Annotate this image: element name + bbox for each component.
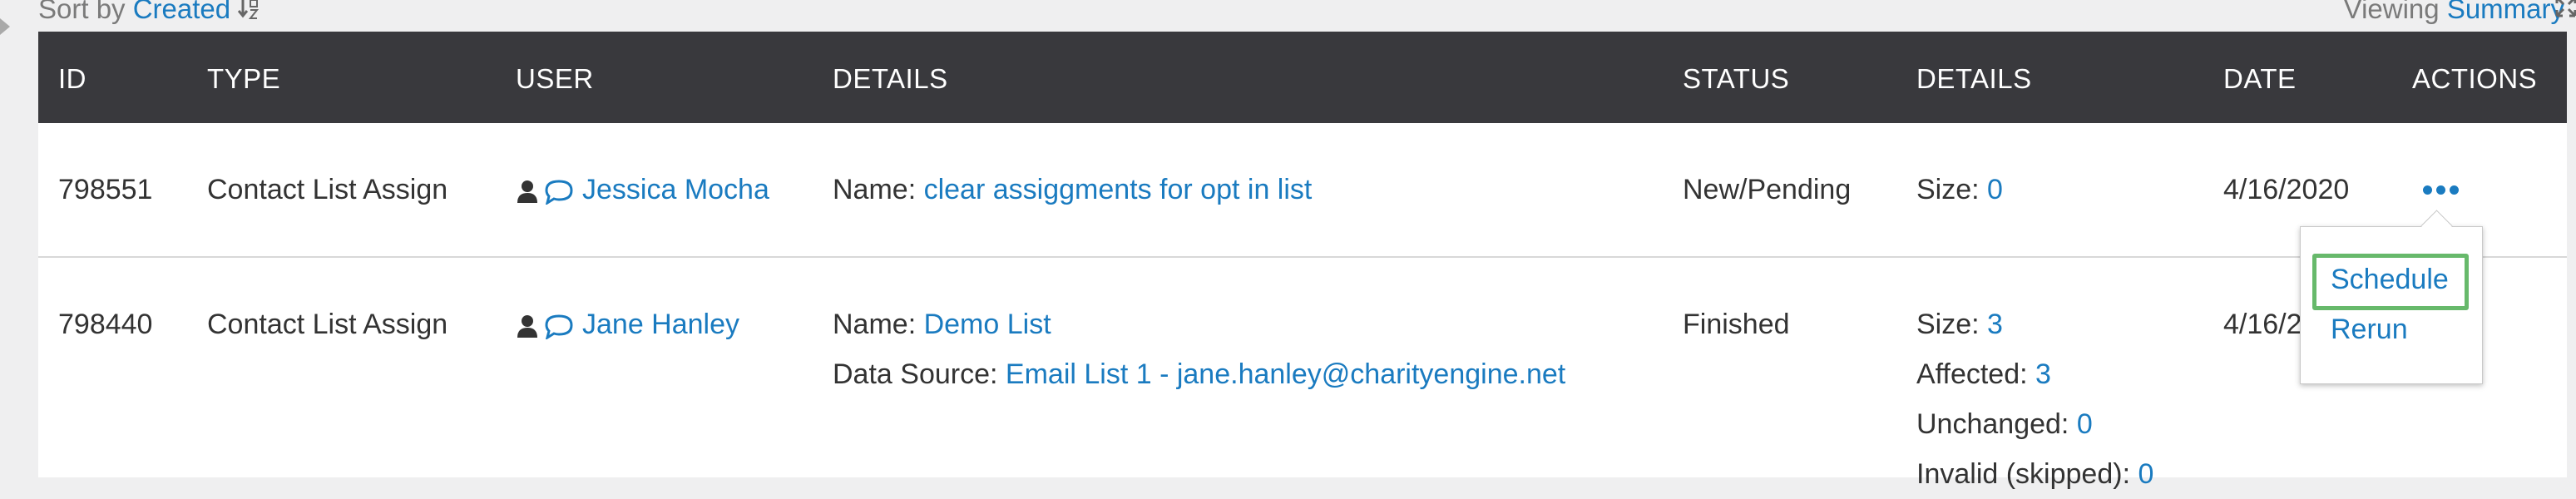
invalid-detail: Invalid (skipped): 0 (1916, 449, 2153, 499)
unchanged-detail: Unchanged: 0 (1916, 399, 2093, 449)
more-icon-dot (2450, 185, 2459, 195)
header-details-2[interactable]: DETAILS (1916, 63, 2032, 95)
invalid-label: Invalid (skipped): (1916, 458, 2131, 490)
schedule-menu-item[interactable]: Schedule (2331, 264, 2449, 296)
row-user: Jane Hanley (514, 299, 739, 349)
top-toolbar: Sort by Created Viewing Summary (38, 0, 2576, 30)
details-name: Name: clear assiggments for opt in list (833, 165, 1312, 215)
data-source-link[interactable]: Email List 1 - jane.hanley@charityengine… (1006, 358, 1565, 390)
user-icon[interactable] (514, 178, 541, 205)
table-row: 798440 Contact List Assign Jane Hanley N… (38, 258, 2567, 490)
sort-field-link[interactable]: Created (133, 0, 230, 24)
user-icon[interactable] (514, 313, 541, 339)
header-user[interactable]: USER (516, 63, 594, 95)
size-detail: Size: 3 (1916, 299, 2003, 349)
row-id: 798440 (58, 309, 153, 340)
user-link[interactable]: Jane Hanley (582, 309, 739, 340)
table-header: ID TYPE USER DETAILS STATUS DETAILS DATE… (38, 32, 2567, 123)
row-user: Jessica Mocha (514, 165, 769, 215)
more-icon-dot (2423, 185, 2432, 195)
rerun-menu-item[interactable]: Rerun (2331, 314, 2408, 346)
data-source-label: Data Source: (833, 358, 998, 390)
header-type[interactable]: TYPE (207, 63, 280, 95)
details-name-label: Name: (833, 174, 917, 205)
sort-control: Sort by Created (38, 0, 261, 24)
affected-label: Affected: (1916, 358, 2028, 390)
affected-link[interactable]: 3 (2035, 358, 2051, 390)
expand-icon[interactable] (2554, 0, 2576, 22)
invalid-link[interactable]: 0 (2138, 458, 2153, 490)
size-detail: Size: 0 (1916, 165, 2003, 215)
header-details[interactable]: DETAILS (833, 63, 948, 95)
details-name: Name: Demo List (833, 299, 1051, 349)
user-icons (514, 178, 574, 205)
details-name-link[interactable]: clear assiggments for opt in list (924, 174, 1313, 205)
unchanged-link[interactable]: 0 (2077, 408, 2093, 440)
viewing-control: Viewing Summary (2343, 0, 2576, 24)
status-text: New/Pending (1683, 174, 1852, 205)
status-text: Finished (1683, 309, 1790, 340)
size-link[interactable]: 3 (1987, 309, 2003, 340)
data-source-detail: Data Source: Email List 1 - jane.hanley@… (833, 349, 1565, 399)
table-row: 798551 Contact List Assign Jessica Mocha… (38, 123, 2567, 258)
size-link[interactable]: 0 (1987, 174, 2003, 205)
date-link[interactable]: 4/16/2 (2223, 299, 2302, 349)
row-id: 798551 (58, 174, 153, 205)
sort-icon[interactable] (238, 0, 261, 24)
viewing-mode-link[interactable]: Summary (2447, 0, 2564, 24)
user-link[interactable]: Jessica Mocha (582, 174, 769, 205)
viewing-prefix: Viewing (2343, 0, 2440, 24)
sort-prefix: Sort by (38, 0, 126, 24)
chat-icon[interactable] (544, 313, 574, 340)
details-name-link[interactable]: Demo List (924, 309, 1051, 340)
jobs-table: ID TYPE USER DETAILS STATUS DETAILS DATE… (38, 32, 2567, 490)
actions-dropdown-menu: Schedule Rerun (2300, 226, 2483, 384)
header-actions: ACTIONS (2412, 63, 2538, 94)
date-link[interactable]: 4/16/2020 (2223, 165, 2349, 215)
size-label: Size: (1916, 174, 1980, 205)
more-icon-dot (2436, 185, 2445, 195)
user-icons (514, 313, 574, 340)
row-type-link[interactable]: Contact List Assign (207, 299, 447, 349)
header-status[interactable]: STATUS (1683, 63, 1789, 95)
header-id[interactable]: ID (58, 63, 87, 95)
size-label: Size: (1916, 309, 1980, 340)
chat-icon[interactable] (544, 178, 574, 205)
unchanged-label: Unchanged: (1916, 408, 2069, 440)
collapse-arrow-icon[interactable] (0, 18, 10, 35)
more-actions-button[interactable] (2423, 185, 2459, 195)
details-name-label: Name: (833, 309, 917, 340)
affected-detail: Affected: 3 (1916, 349, 2051, 399)
header-date[interactable]: DATE (2223, 63, 2297, 95)
row-type-link[interactable]: Contact List Assign (207, 165, 447, 215)
